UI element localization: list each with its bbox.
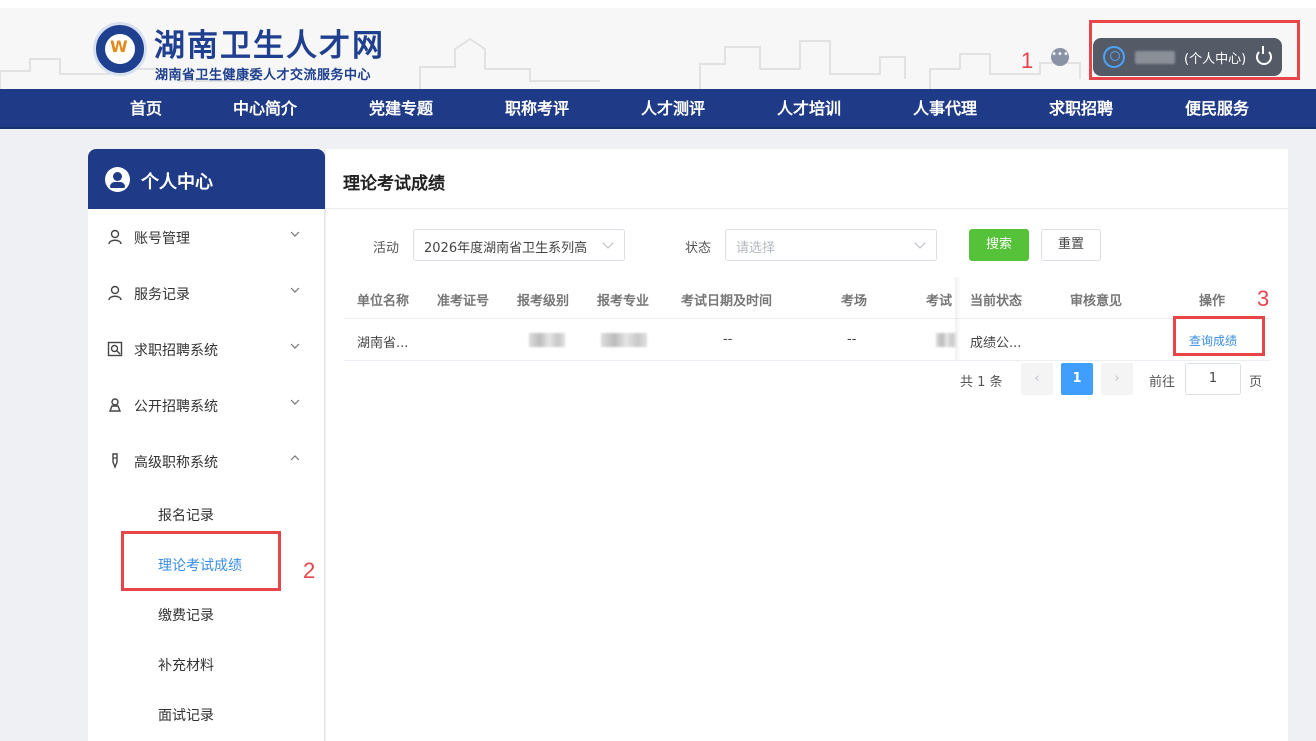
column-header-level: 报考级别 xyxy=(517,294,570,309)
sidebar-item-label: 公开招聘系统 xyxy=(134,399,218,415)
column-header-datetime: 考试日期及时间 xyxy=(681,294,773,309)
cell-level-redacted xyxy=(529,333,565,347)
column-header-major: 报考专业 xyxy=(597,294,650,309)
status-select[interactable]: 请选择 xyxy=(725,229,937,261)
cell-major-redacted xyxy=(601,333,647,347)
site-subtitle: 湖南省卫生健康委人才交流服务中心 xyxy=(155,68,372,83)
chat-bubble-icon[interactable]: ••• xyxy=(1051,48,1069,66)
chevron-down-icon xyxy=(290,399,300,405)
nav-item-home[interactable]: 首页 xyxy=(130,89,162,129)
sidebar-item-label: 账号管理 xyxy=(134,231,190,247)
table-row-divider xyxy=(344,360,1270,361)
pagination-page-1[interactable]: 1 xyxy=(1061,363,1093,395)
annotation-marker-3: 3 xyxy=(1257,286,1270,311)
sidebar-item-senior-title[interactable]: 高级职称系统 xyxy=(88,433,325,489)
search-button[interactable]: 搜索 xyxy=(969,229,1029,261)
column-header-exam: 考试 xyxy=(926,294,953,309)
annotation-box-1 xyxy=(1089,20,1300,80)
pagination-prev-button[interactable]: ‹ xyxy=(1021,363,1053,395)
activity-select[interactable]: 2026年度湖南省卫生系列高 xyxy=(413,229,625,261)
cell-datetime: -- xyxy=(723,332,733,347)
site-title[interactable]: 湖南卫生人才网 xyxy=(154,20,385,65)
sidebar: 个人中心 账号管理 服务记录 求职招聘系统 公开招聘系统 高级职称系统 报名记录… xyxy=(88,149,325,741)
page-title: 理论考试成绩 xyxy=(343,174,445,194)
nav-item-about[interactable]: 中心简介 xyxy=(233,89,297,129)
sidebar-item-account[interactable]: 账号管理 xyxy=(88,209,325,265)
submenu-item-supplementary[interactable]: 补充材料 xyxy=(88,639,325,689)
site-logo[interactable]: W xyxy=(93,22,147,76)
submenu-item-label: 报名记录 xyxy=(158,508,214,524)
submenu-item-label: 补充材料 xyxy=(158,658,214,674)
chevron-up-icon xyxy=(290,455,300,461)
pagination-goto-input[interactable]: 1 xyxy=(1185,363,1241,395)
cell-room: -- xyxy=(847,332,857,347)
sidebar-header: 个人中心 xyxy=(88,149,325,209)
sidebar-item-label: 高级职称系统 xyxy=(134,455,218,471)
nav-item-services[interactable]: 便民服务 xyxy=(1185,89,1249,129)
annotation-marker-2: 2 xyxy=(303,558,316,583)
chevron-down-icon xyxy=(914,237,926,249)
column-header-status: 当前状态 xyxy=(970,294,1023,309)
chevron-down-icon xyxy=(290,231,300,237)
column-header-room: 考场 xyxy=(841,294,868,309)
nav-item-training[interactable]: 人才培训 xyxy=(777,89,841,129)
sidebar-item-public-recruit[interactable]: 公开招聘系统 xyxy=(88,377,325,433)
chevron-down-icon xyxy=(602,237,614,249)
cell-unit: 湖南省... xyxy=(357,336,409,351)
person-badge-icon xyxy=(108,398,122,412)
annotation-box-2 xyxy=(121,531,281,591)
nav-item-party[interactable]: 党建专题 xyxy=(369,89,433,129)
pagination-goto-label: 前往 xyxy=(1149,375,1176,390)
user-icon xyxy=(108,229,122,245)
status-label: 状态 xyxy=(685,241,712,256)
submenu-item-payments[interactable]: 缴费记录 xyxy=(88,589,325,639)
fixed-column-shadow xyxy=(955,277,961,361)
submenu-item-interviews[interactable]: 面试记录 xyxy=(88,689,325,739)
pen-icon xyxy=(112,453,118,469)
submenu-item-label: 面试记录 xyxy=(158,708,214,724)
panel-divider xyxy=(326,208,1288,209)
nav-item-hr-agency[interactable]: 人事代理 xyxy=(913,89,977,129)
submenu-item-label: 缴费记录 xyxy=(158,608,214,624)
pagination-next-button[interactable]: › xyxy=(1101,363,1133,395)
main-panel: 理论考试成绩 活动 2026年度湖南省卫生系列高 状态 请选择 搜索 重置 单位… xyxy=(326,149,1288,741)
pagination-page-suffix: 页 xyxy=(1249,375,1263,390)
activity-label: 活动 xyxy=(373,241,400,256)
main-nav: 首页 中心简介 党建专题 职称考评 人才测评 人才培训 人事代理 求职招聘 便民… xyxy=(0,89,1316,129)
pagination-total: 共 1 条 xyxy=(960,375,1003,390)
cell-status: 成绩公... xyxy=(970,336,1022,351)
column-header-action: 操作 xyxy=(1199,294,1226,309)
annotation-marker-1: 1 xyxy=(1021,48,1034,73)
table-header-divider xyxy=(344,318,1270,319)
reset-button[interactable]: 重置 xyxy=(1041,229,1101,261)
nav-item-jobs[interactable]: 求职招聘 xyxy=(1049,89,1113,129)
sidebar-item-label: 求职招聘系统 xyxy=(134,343,218,359)
user-circle-icon xyxy=(105,167,130,192)
sidebar-item-service-records[interactable]: 服务记录 xyxy=(88,265,325,321)
sidebar-item-job-system[interactable]: 求职招聘系统 xyxy=(88,321,325,377)
column-header-review: 审核意见 xyxy=(1070,294,1123,309)
logo-mark-icon: W xyxy=(110,37,128,56)
chevron-down-icon xyxy=(290,287,300,293)
sidebar-title: 个人中心 xyxy=(141,172,213,193)
status-select-placeholder: 请选择 xyxy=(736,241,776,256)
search-doc-icon xyxy=(107,341,123,357)
column-header-unit: 单位名称 xyxy=(357,294,410,309)
cell-exam-redacted xyxy=(936,333,956,347)
user-icon xyxy=(108,285,122,301)
nav-item-title-review[interactable]: 职称考评 xyxy=(505,89,569,129)
nav-item-assessment[interactable]: 人才测评 xyxy=(641,89,705,129)
chevron-down-icon xyxy=(290,343,300,349)
column-header-ticket: 准考证号 xyxy=(437,294,490,309)
activity-select-value: 2026年度湖南省卫生系列高 xyxy=(424,241,588,256)
annotation-box-3 xyxy=(1173,316,1265,356)
sidebar-item-label: 服务记录 xyxy=(134,287,190,303)
